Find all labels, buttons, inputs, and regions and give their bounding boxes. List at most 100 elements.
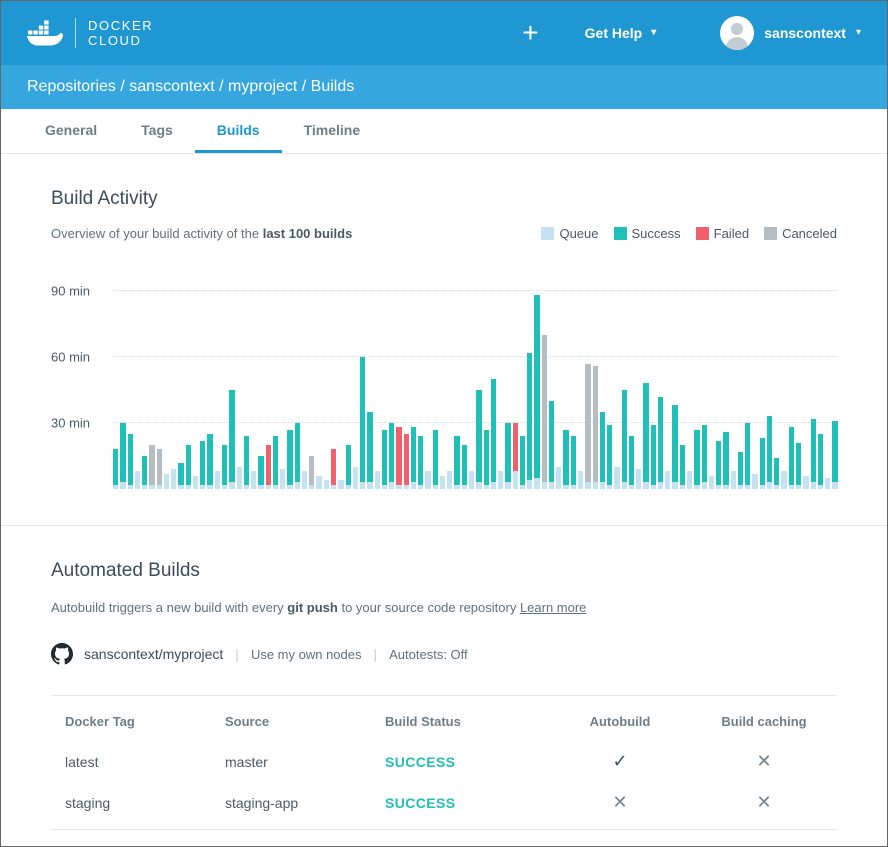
build-bar[interactable] [251, 471, 256, 489]
build-bar[interactable] [549, 401, 554, 489]
build-bar[interactable] [665, 471, 670, 489]
build-bar[interactable] [193, 476, 198, 489]
build-bar[interactable] [542, 335, 547, 489]
build-bar[interactable] [142, 456, 147, 489]
learn-more-link[interactable]: Learn more [520, 600, 586, 615]
build-bar[interactable] [360, 357, 365, 489]
build-bar[interactable] [186, 445, 191, 489]
build-bar[interactable] [811, 419, 816, 489]
build-bar[interactable] [338, 480, 343, 489]
build-bar[interactable] [266, 445, 271, 489]
build-bar[interactable] [207, 434, 212, 489]
build-bar[interactable] [418, 436, 423, 489]
build-bar[interactable] [607, 425, 612, 489]
own-nodes-link[interactable]: Use my own nodes [251, 647, 362, 662]
build-bar[interactable] [825, 478, 830, 489]
build-bar[interactable] [643, 383, 648, 489]
build-bar[interactable] [484, 430, 489, 489]
build-bar[interactable] [796, 443, 801, 489]
build-bar[interactable] [760, 438, 765, 489]
build-bar[interactable] [353, 467, 358, 489]
autobuild-toggle-icon[interactable]: ✕ [612, 792, 627, 813]
build-bar[interactable] [404, 434, 409, 489]
build-caching-toggle-icon[interactable]: ✕ [756, 792, 771, 813]
build-bar[interactable] [258, 456, 263, 489]
build-bar[interactable] [425, 471, 430, 489]
build-bar[interactable] [498, 471, 503, 489]
build-bar[interactable] [215, 471, 220, 489]
tab-timeline[interactable]: Timeline [282, 109, 383, 153]
build-bar[interactable] [818, 434, 823, 489]
build-bar[interactable] [324, 480, 329, 489]
build-bar[interactable] [716, 441, 721, 489]
build-bar[interactable] [287, 430, 292, 489]
build-bar[interactable] [491, 379, 496, 489]
build-bar[interactable] [411, 427, 416, 489]
build-bar[interactable] [789, 427, 794, 489]
build-bar[interactable] [752, 474, 757, 489]
build-bar[interactable] [367, 412, 372, 489]
build-bar[interactable] [745, 423, 750, 489]
build-bar[interactable] [600, 412, 605, 489]
build-bar[interactable] [767, 416, 772, 489]
build-bar[interactable] [171, 469, 176, 489]
build-bar[interactable] [178, 463, 183, 489]
build-bar[interactable] [433, 430, 438, 489]
tab-builds[interactable]: Builds [195, 109, 282, 153]
build-bar[interactable] [440, 476, 445, 489]
build-bar[interactable] [164, 474, 169, 489]
build-bar[interactable] [832, 421, 837, 489]
build-bar[interactable] [731, 471, 736, 489]
build-bar[interactable] [774, 458, 779, 489]
build-bar[interactable] [375, 471, 380, 489]
build-bar[interactable] [629, 436, 634, 489]
build-bar[interactable] [578, 471, 583, 489]
build-bar[interactable] [723, 432, 728, 489]
build-bar[interactable] [273, 436, 278, 489]
build-bar[interactable] [651, 425, 656, 489]
build-bar[interactable] [527, 353, 532, 489]
build-bar[interactable] [309, 456, 314, 489]
build-bar[interactable] [687, 471, 692, 489]
build-bar[interactable] [571, 436, 576, 489]
build-bar[interactable] [738, 452, 743, 489]
build-bar[interactable] [672, 405, 677, 489]
build-bar[interactable] [563, 430, 568, 489]
tab-general[interactable]: General [23, 109, 119, 153]
build-bar[interactable] [658, 397, 663, 489]
build-bar[interactable] [295, 423, 300, 489]
user-menu[interactable]: sanscontext ▾ [720, 16, 861, 50]
build-bar[interactable] [331, 449, 336, 489]
add-icon[interactable]: + [522, 19, 538, 47]
build-bar[interactable] [382, 430, 387, 489]
build-bar[interactable] [781, 471, 786, 489]
build-bar[interactable] [520, 436, 525, 489]
build-bar[interactable] [476, 390, 481, 489]
build-bar[interactable] [120, 423, 125, 489]
breadcrumb[interactable]: Repositories / sanscontext / myproject /… [27, 78, 354, 96]
build-bar[interactable] [135, 471, 140, 489]
build-bar[interactable] [709, 476, 714, 489]
build-bar[interactable] [229, 390, 234, 489]
build-bar[interactable] [462, 445, 467, 489]
build-bar[interactable] [556, 467, 561, 489]
build-bar[interactable] [593, 366, 598, 489]
build-bar[interactable] [222, 445, 227, 489]
get-help-menu[interactable]: Get Help ▾ [585, 25, 657, 41]
build-bar[interactable] [454, 436, 459, 489]
build-caching-toggle-icon[interactable]: ✕ [756, 751, 771, 772]
tab-tags[interactable]: Tags [119, 109, 195, 153]
build-bar[interactable] [585, 364, 590, 489]
build-bar[interactable] [157, 449, 162, 489]
build-bar[interactable] [113, 449, 118, 489]
build-bar[interactable] [316, 476, 321, 489]
build-bar[interactable] [200, 441, 205, 489]
build-bar[interactable] [622, 390, 627, 489]
build-bar[interactable] [447, 471, 452, 489]
build-bar[interactable] [636, 469, 641, 489]
autobuild-toggle-icon[interactable]: ✓ [612, 751, 627, 772]
build-bar[interactable] [680, 445, 685, 489]
build-bar[interactable] [469, 471, 474, 489]
build-bar[interactable] [614, 467, 619, 489]
build-bar[interactable] [389, 423, 394, 489]
